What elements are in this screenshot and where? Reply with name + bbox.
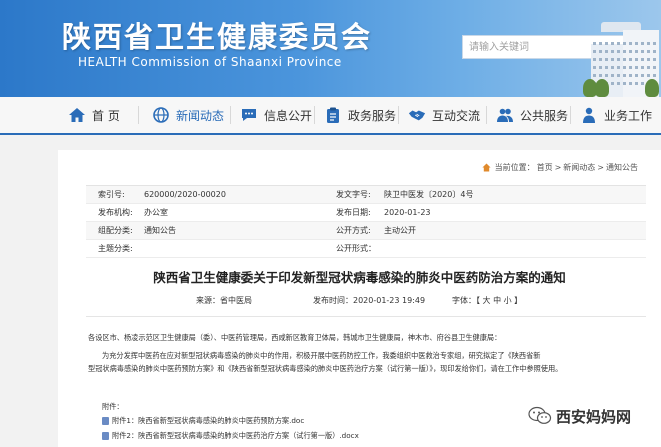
watermark-text: 西安妈妈网 [556, 407, 632, 426]
site-title[interactable]: 陕西省卫生健康委员会 [62, 14, 372, 56]
clipboard-icon [324, 106, 342, 124]
globe-icon [152, 106, 170, 124]
meta-value: 办公室 [144, 208, 168, 217]
breadcrumb-prefix: 当前位置： [494, 163, 535, 172]
meta-value: 主动公开 [384, 226, 416, 235]
article-title: 陕西省卫生健康委关于印发新型冠状病毒感染的肺炎中医药防治方案的通知 [153, 270, 566, 285]
meta-value: 陕卫中医发〔2020〕4号 [384, 190, 474, 199]
meta-row: 索引号: 620000/2020-00020 发文字号: 陕卫中医发〔2020〕… [86, 186, 646, 204]
breadcrumb: 当前位置： 首页 > 新闻动态 > 通知公告 [482, 162, 639, 173]
nav-item-info[interactable]: 信息公开 [240, 97, 312, 133]
article-paragraph-line: 型冠状病毒感染的肺炎中医药预防方案》和《陕西省新型冠状病毒感染的肺炎中医药治疗方… [88, 364, 563, 373]
meta-value: 620000/2020-00020 [144, 190, 226, 199]
meta-label: 发布日期: [336, 208, 371, 217]
people-icon [496, 106, 514, 124]
attachment-name: 附件1：陕西省新型冠状病毒感染的肺炎中医药预防方案.doc [112, 416, 305, 425]
chat-icon [240, 106, 258, 124]
breadcrumb-separator: > [554, 163, 562, 172]
nav-item-news[interactable]: 新闻动态 [152, 97, 224, 133]
meta-row: 组配分类: 通知公告 公开方式: 主动公开 [86, 222, 646, 240]
attachment-name: 附件2：陕西省新型冠状病毒感染的肺炎中医药治疗方案（试行第一版）.docx [112, 431, 359, 440]
document-icon [102, 432, 109, 440]
nav-item-business[interactable]: 业务工作 [580, 97, 652, 133]
building-illustration [583, 22, 661, 97]
document-icon [102, 417, 109, 425]
article-recipients: 各设区市、杨凌示范区卫生健康局（委）、中医药管理局，西咸新区教育卫体局，韩城市卫… [88, 333, 502, 342]
attachments-label: 附件： [102, 402, 124, 411]
nav-item-label: 业务工作 [604, 108, 653, 123]
article-paragraph-line: 为充分发挥中医药在应对新型冠状病毒感染的肺炎中的作用，积极开展中医药防控工作，我… [102, 351, 541, 360]
site-subtitle: HEALTH Commission of Shaanxi Province [78, 55, 342, 69]
nav-item-label: 政务服务 [348, 108, 397, 123]
nav-item-label: 新闻动态 [176, 108, 225, 123]
doc-meta-table: 索引号: 620000/2020-00020 发文字号: 陕卫中医发〔2020〕… [86, 185, 646, 258]
attachment-link[interactable]: 附件1：陕西省新型冠状病毒感染的肺炎中医药预防方案.doc [102, 416, 304, 426]
nav-item-label: 互动交流 [432, 108, 481, 123]
meta-label: 组配分类: [98, 226, 133, 235]
nav-item-public-services[interactable]: 公共服务 [496, 97, 568, 133]
site-header: 陕西省卫生健康委员会 HEALTH Commission of Shaanxi … [0, 0, 661, 97]
meta-label: 公开方式: [336, 226, 371, 235]
meta-label: 发布机构: [98, 208, 133, 217]
breadcrumb-item-notice[interactable]: 通知公告 [606, 162, 638, 173]
nav-item-label: 信息公开 [264, 108, 313, 123]
person-icon [580, 106, 598, 124]
attachment-link[interactable]: 附件2：陕西省新型冠状病毒感染的肺炎中医药治疗方案（试行第一版）.docx [102, 431, 359, 441]
meta-value: 通知公告 [144, 226, 176, 235]
main-nav: 首 页 新闻动态 信息公开 政务服务 互动交流 公共服务 业务工作 [0, 97, 661, 135]
meta-value: 2020-01-23 [384, 208, 431, 217]
divider [86, 316, 646, 317]
nav-item-home[interactable]: 首 页 [68, 97, 120, 133]
home-icon [482, 163, 491, 172]
nav-item-gov-services[interactable]: 政务服务 [324, 97, 396, 133]
breadcrumb-item-news[interactable]: 新闻动态 [563, 162, 595, 173]
article-source: 来源：省中医局 [196, 296, 252, 305]
article-publish-time: 发布时间：2020-01-23 19:49 [313, 296, 426, 305]
wechat-icon [528, 406, 552, 424]
home-icon [68, 106, 86, 124]
meta-label: 发文字号: [336, 190, 371, 199]
meta-label: 主题分类: [98, 244, 133, 253]
nav-item-label: 首 页 [92, 108, 120, 123]
nav-item-interaction[interactable]: 互动交流 [408, 97, 480, 133]
watermark: 西安妈妈网 [528, 403, 631, 429]
article-info: 来源：省中医局 发布时间：2020-01-23 19:49 字体：【 大 中 小… [58, 295, 661, 309]
handshake-icon [408, 106, 426, 124]
breadcrumb-item-home[interactable]: 首页 [537, 162, 553, 173]
meta-row: 主题分类: 公开形式： [86, 240, 646, 258]
meta-label: 索引号: [98, 190, 125, 199]
breadcrumb-separator: > [597, 163, 604, 172]
nav-item-label: 公共服务 [520, 108, 569, 123]
meta-row: 发布机构: 办公室 发布日期: 2020-01-23 [86, 204, 646, 222]
meta-label: 公开形式： [336, 244, 376, 253]
font-size-control[interactable]: 字体：【 大 中 小 】 [452, 295, 522, 306]
